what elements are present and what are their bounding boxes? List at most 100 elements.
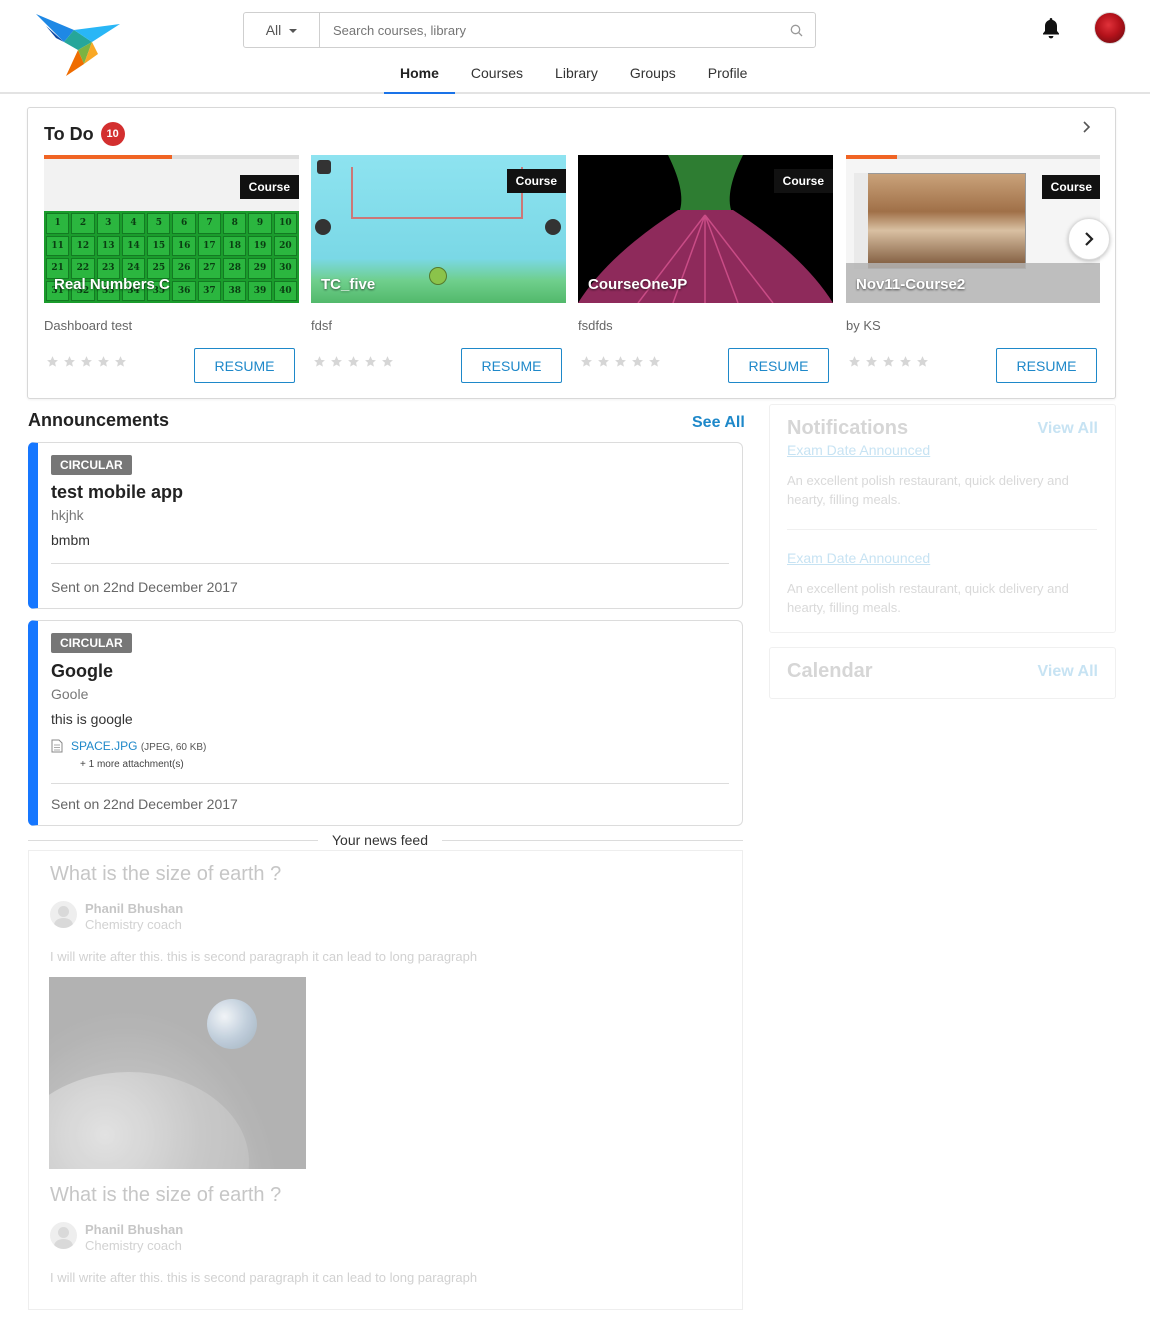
number-cell: 9 [248,213,272,234]
divider [51,783,729,784]
announcement-sent-date: Sent on 22nd December 2017 [51,579,238,595]
space-image[interactable] [49,977,306,1169]
number-cell: 17 [197,235,222,256]
user-avatar-icon [50,1222,77,1249]
course-title: Nov11-Course2 [856,276,966,293]
avatar[interactable] [1094,12,1126,44]
feed-post-title[interactable]: What is the size of earth ? [50,863,281,886]
number-cell: 5 [147,213,171,234]
course-type-tag: Course [1041,175,1100,199]
screenshot-image [854,173,1026,269]
star-icon [314,356,325,367]
star-icon [98,356,109,367]
star-icon [598,356,609,367]
see-all-link[interactable]: See All [692,414,745,432]
brand-logo[interactable] [34,12,122,78]
course-type-tag: Course [239,175,299,199]
number-cell: 14 [121,235,146,256]
announcement-subtitle: hkjhk [51,507,84,523]
more-attachments-link[interactable]: + 1 more attachment(s) [80,759,184,770]
resume-button[interactable]: RESUME [728,348,829,383]
arrow-right-icon [545,219,561,235]
course-thumbnail[interactable]: Course Nov11-Course2 [846,155,1100,303]
course-progress-bar [846,155,1100,159]
nav-home[interactable]: Home [384,56,455,94]
top-header: All Home Courses Library Groups Profile [0,0,1150,94]
notifications-view-all[interactable]: View All [1038,420,1098,438]
bell-icon[interactable] [1041,17,1061,44]
attachment-link[interactable]: SPACE.JPG (JPEG, 60 KB) [51,739,206,753]
star-icon [382,356,393,367]
number-cell: 13 [96,235,120,256]
nav-library[interactable]: Library [539,56,614,94]
course-author: fdsf [311,318,332,333]
star-icon [917,356,928,367]
rating-stars [313,355,394,368]
number-cell: 4 [121,213,146,234]
search-scope-dropdown[interactable]: All [244,13,320,47]
course-author: fsdfds [578,318,613,333]
number-cell: 29 [248,258,272,279]
resume-button[interactable]: RESUME [996,348,1097,383]
course-thumbnail[interactable]: 1 2 3 4 5 6 7 8 9 10 11 12 13 14 15 16 17 18 19 20 21 22 23 24 2… [44,155,299,303]
main-nav: Home Courses Library Groups Profile [384,56,763,94]
feed-post-text: I will write after this. this is second … [50,949,478,964]
nav-groups[interactable]: Groups [614,56,692,94]
star-icon [900,356,911,367]
course-card[interactable]: 1 2 3 4 5 6 7 8 9 10 11 12 13 14 15 16 17 18 19 20 21 22 23 24 2… [44,155,299,390]
number-cell: 15 [147,235,171,256]
announcement-title: test mobile app [51,482,184,502]
resume-button[interactable]: RESUME [194,348,295,383]
notification-title[interactable]: Exam Date Announced [787,550,930,566]
star-icon [348,356,359,367]
course-card[interactable]: Course Nov11-Course2 by KS RESUME [846,155,1100,390]
moon-shape [49,1072,249,1169]
search-input[interactable] [320,13,777,47]
number-cell: 26 [172,258,196,279]
star-icon [115,356,126,367]
notification-text: An excellent polish restaurant, quick de… [787,581,1069,615]
rating-stars [46,355,127,368]
announcement-tag: CIRCULAR [51,633,132,653]
nav-courses[interactable]: Courses [455,56,539,94]
feed-post-text: I will write after this. this is second … [50,1270,478,1285]
number-cell: 8 [223,213,247,234]
announcement-card[interactable]: CIRCULAR test mobile app hkjhk bmbm Sent… [28,442,743,609]
feed-author-name: Phanil Bhushan [85,901,184,916]
chevron-right-icon[interactable] [1080,120,1094,139]
calendar-panel: Calendar View All [769,647,1116,699]
number-cell: 18 [223,235,247,256]
feed-post-title[interactable]: What is the size of earth ? [50,1184,281,1207]
attachment-name[interactable]: SPACE.JPG [71,739,137,753]
star-icon [581,356,592,367]
course-card[interactable]: Course CourseOneJP fsdfds RESUME [578,155,833,390]
todo-panel: To Do 10 1 2 3 4 5 6 7 8 9 10 11 12 13 14 15 16 17 18 19 20… [27,107,1116,399]
nav-profile[interactable]: Profile [692,56,764,94]
notification-title[interactable]: Exam Date Announced [787,442,930,458]
course-card[interactable]: Course TC_five fdsf RESUME [311,155,566,390]
news-feed: What is the size of earth ? Phanil Bhush… [28,850,743,1310]
course-thumbnail[interactable]: Course CourseOneJP [578,155,833,303]
divider [787,529,1097,530]
feed-post-author: Phanil Bhushan Chemistry coach [50,901,183,933]
number-cell: 19 [248,235,272,256]
attachment-meta: (JPEG, 60 KB) [140,742,207,753]
todo-title: To Do [44,123,94,144]
number-cell: 12 [71,235,95,256]
number-cell: 1 [46,213,70,234]
calendar-title: Calendar [787,660,873,682]
announcement-tag: CIRCULAR [51,455,132,475]
star-icon [331,356,342,367]
star-icon [365,356,376,367]
resume-button[interactable]: RESUME [461,348,562,383]
announcement-card[interactable]: CIRCULAR Google Goole this is google SPA… [28,620,743,826]
course-thumbnail[interactable]: Course TC_five [311,155,566,303]
number-cell: 28 [223,258,247,279]
star-icon [883,356,894,367]
course-progress-fill [44,155,172,159]
user-avatar-icon [50,901,77,928]
calendar-view-all[interactable]: View All [1038,663,1098,681]
search-icon[interactable] [777,13,815,47]
number-cell: 11 [46,235,70,256]
carousel-next-button[interactable] [1068,218,1110,260]
